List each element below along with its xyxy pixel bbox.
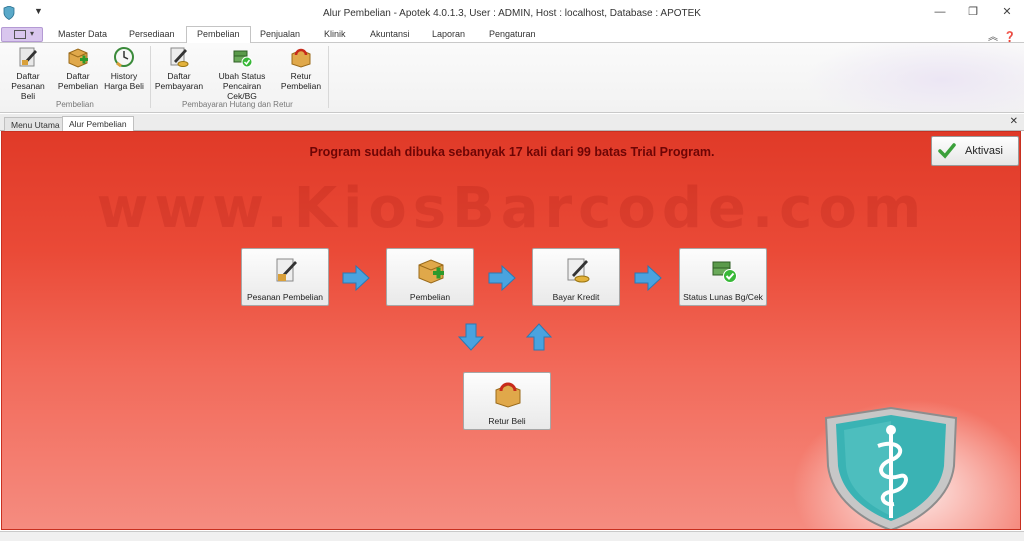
application-menu-button[interactable]: ▾ <box>1 27 43 42</box>
aktivasi-label: Aktivasi <box>965 145 1003 157</box>
pesanan-pembelian-label: Pesanan Pembelian <box>246 292 324 302</box>
history-harga-beli-button[interactable]: History Harga Beli <box>102 46 146 91</box>
title-bar: ▼ Alur Pembelian - Apotek 4.0.1.3, User … <box>0 0 1024 26</box>
button-label: Daftar <box>66 71 90 81</box>
doc-tab-alur-pembelian[interactable]: Alur Pembelian <box>62 116 134 131</box>
tab-klinik[interactable]: Klinik <box>324 29 346 39</box>
button-label: Pembayaran <box>154 81 204 91</box>
bayar-kredit-button[interactable]: Bayar Kredit <box>532 248 620 306</box>
daftar-pembelian-button[interactable]: Daftar Pembelian <box>56 46 100 91</box>
box-add-icon <box>418 259 444 284</box>
window-title: Alur Pembelian - Apotek 4.0.1.3, User : … <box>323 8 701 19</box>
button-label: Pesanan Beli <box>11 81 45 101</box>
button-label: Ubah Status <box>218 71 266 81</box>
group-label-pembelian: Pembelian <box>56 100 94 109</box>
arrow-right-icon <box>342 264 370 292</box>
tab-penjualan[interactable]: Penjualan <box>260 29 300 39</box>
ribbon-decoration <box>804 43 1024 112</box>
bayar-kredit-label: Bayar Kredit <box>552 292 600 302</box>
help-icon[interactable]: ❓ <box>1004 32 1016 43</box>
status-bar <box>0 531 1024 541</box>
button-label: History <box>110 71 138 81</box>
pen-coins-icon <box>170 47 189 67</box>
ribbon-controls: ︽ ❓ <box>988 28 1016 43</box>
trial-message: Program sudah dibuka sebanyak 17 kali da… <box>309 145 715 159</box>
group-separator <box>150 46 151 108</box>
status-lunas-button[interactable]: Status Lunas Bg/Cek <box>679 248 767 306</box>
group-separator <box>328 46 329 108</box>
tab-pengaturan[interactable]: Pengaturan <box>489 29 536 39</box>
arrow-right-icon <box>488 264 516 292</box>
restore-button[interactable]: ❐ <box>956 0 990 24</box>
button-label: Daftar <box>167 71 191 81</box>
tab-master-data[interactable]: Master Data <box>58 29 107 39</box>
app-menu-icon <box>14 30 26 39</box>
watermark-text: www.KiosBarcode.com <box>96 176 928 241</box>
pen-document-icon <box>276 258 297 282</box>
aktivasi-button[interactable]: Aktivasi <box>931 136 1019 166</box>
pen-coins-icon <box>567 258 590 283</box>
pen-document-icon <box>19 47 37 67</box>
retur-beli-label: Retur Beli <box>488 416 526 426</box>
return-box-icon <box>291 48 311 68</box>
arrow-right-icon <box>634 264 662 292</box>
retur-beli-button[interactable]: Retur Beli <box>463 372 551 430</box>
document-tab-bar: Menu Utama Alur Pembelian ✕ <box>0 114 1024 131</box>
money-check-icon <box>712 261 737 283</box>
status-lunas-label: Status Lunas Bg/Cek <box>683 292 763 302</box>
button-label: Pembelian <box>57 81 99 91</box>
collapse-ribbon-icon[interactable]: ︽ <box>988 32 998 43</box>
money-check-icon <box>233 50 253 68</box>
pembelian-label: Pembelian <box>409 292 451 302</box>
arrow-up-icon <box>525 323 553 351</box>
pesanan-pembelian-button[interactable]: Pesanan Pembelian <box>241 248 329 306</box>
close-doc-tab-icon[interactable]: ✕ <box>1010 116 1018 127</box>
close-button[interactable]: ✕ <box>990 0 1024 24</box>
button-label: Retur <box>290 71 312 81</box>
retur-pembelian-button[interactable]: Retur Pembelian <box>280 46 322 91</box>
daftar-pembayaran-button[interactable]: Daftar Pembayaran <box>154 46 204 91</box>
button-label: Daftar <box>16 71 40 81</box>
tab-akuntansi[interactable]: Akuntansi <box>370 29 410 39</box>
checkmark-icon <box>938 143 956 159</box>
ribbon-panel: Daftar Pesanan Beli Daftar Pembelian His… <box>0 43 1024 113</box>
button-label: Pembelian <box>280 81 322 91</box>
button-label: Harga Beli <box>104 81 144 91</box>
chevron-down-icon: ▾ <box>30 29 35 38</box>
caduceus-shield-icon <box>824 406 958 529</box>
alur-pembelian-panel: www.KiosBarcode.com Program sudah dibuka… <box>1 131 1021 530</box>
ribbon-tab-bar: ▾ Master Data Persediaan Pembelian Penju… <box>0 26 1024 44</box>
button-label: Pencairan Cek/BG <box>222 81 262 101</box>
clock-icon <box>114 47 134 68</box>
tab-laporan[interactable]: Laporan <box>432 29 465 39</box>
tab-pembelian[interactable]: Pembelian <box>186 26 251 44</box>
box-add-icon <box>68 48 88 68</box>
ubah-status-pencairan-button[interactable]: Ubah Status Pencairan Cek/BG <box>208 46 276 101</box>
minimize-button[interactable]: — <box>923 0 957 24</box>
tab-persediaan[interactable]: Persediaan <box>129 29 175 39</box>
daftar-pesanan-beli-button[interactable]: Daftar Pesanan Beli <box>4 46 52 101</box>
arrow-down-icon <box>457 323 485 351</box>
doc-tab-menu-utama[interactable]: Menu Utama <box>4 117 67 131</box>
pembelian-button[interactable]: Pembelian <box>386 248 474 306</box>
group-label-pembayaran: Pembayaran Hutang dan Retur <box>182 100 293 109</box>
return-box-icon <box>495 382 521 408</box>
